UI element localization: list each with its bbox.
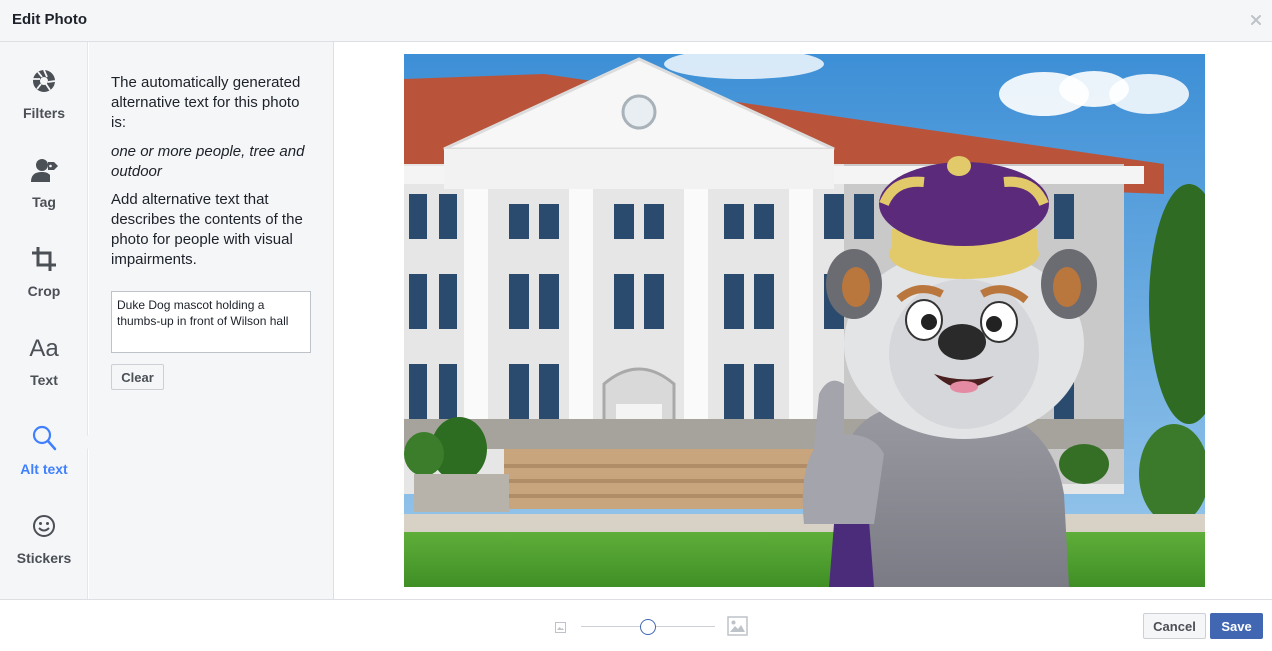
tool-stickers[interactable]: Stickers (0, 512, 88, 592)
panel-pointer (81, 434, 89, 450)
zoom-in-image-icon[interactable] (727, 616, 748, 636)
alt-text-instructions: Add alternative text that describes the … (111, 191, 303, 268)
close-icon[interactable] (1249, 13, 1263, 27)
smiley-icon (28, 512, 60, 542)
tool-alt-text[interactable]: Alt text (0, 423, 88, 503)
generated-alt-intro: The automatically generated alternative … (111, 74, 301, 131)
dialog-header: Edit Photo (0, 0, 1272, 42)
dialog-title: Edit Photo (12, 11, 87, 28)
alt-text-panel: The automatically generated alternative … (81, 42, 334, 599)
crop-icon (28, 245, 60, 275)
tool-filters[interactable]: Filters (0, 67, 88, 147)
tool-tag[interactable]: Tag (0, 156, 88, 236)
clear-button[interactable]: Clear (111, 364, 164, 390)
magnifier-icon (28, 423, 60, 453)
text-aa-icon: Aa (29, 335, 59, 362)
photo-image[interactable] (404, 54, 1205, 587)
tool-stickers-label: Stickers (16, 550, 72, 566)
dialog-footer: Cancel Save (0, 599, 1272, 651)
cancel-button[interactable]: Cancel (1143, 613, 1206, 639)
tool-crop-label: Crop (27, 283, 61, 299)
generated-alt-text: one or more people, tree and outdoor (111, 143, 305, 180)
tool-filters-label: Filters (22, 105, 65, 121)
tool-crop[interactable]: Crop (0, 245, 88, 325)
zoom-slider-thumb[interactable] (640, 619, 656, 635)
tool-text[interactable]: Aa Text (0, 334, 88, 414)
tool-rail: Filters Tag Crop Aa Text Alt text Sticke… (0, 42, 88, 599)
alt-text-input[interactable]: Duke Dog mascot holding a thumbs-up in f… (111, 291, 311, 353)
zoom-out-image-icon[interactable] (555, 620, 566, 633)
tool-text-label: Text (30, 372, 58, 388)
tag-person-icon (28, 156, 60, 186)
save-button[interactable]: Save (1210, 613, 1263, 639)
tool-tag-label: Tag (32, 194, 56, 210)
filters-aperture-icon (28, 67, 60, 97)
photo-canvas (335, 42, 1272, 599)
tool-alt-text-label: Alt text (20, 461, 68, 477)
